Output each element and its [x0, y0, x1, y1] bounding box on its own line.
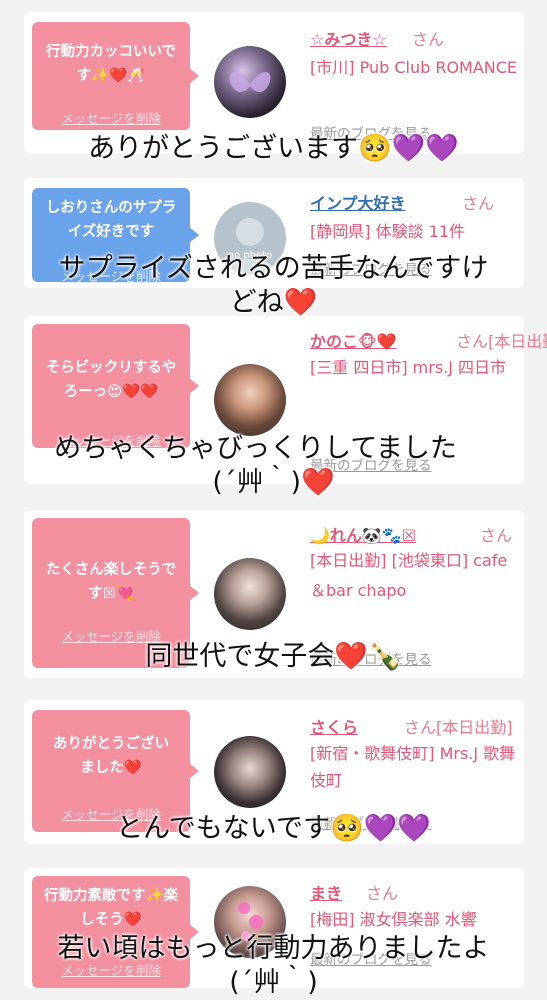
- caption-line: サプライズされるの苦手なんですけ: [58, 253, 489, 284]
- message-text: 行動力素敵です✨楽しそう❤️: [43, 888, 179, 928]
- avatar[interactable]: [214, 364, 286, 436]
- avatar[interactable]: [214, 558, 286, 630]
- message-text: そらビックリするやろーっ😍❤️❤️: [45, 360, 177, 400]
- caption-overlay: 若い頃はもっと行動力ありましたよ (´艸｀): [0, 932, 547, 1000]
- profile-name-link[interactable]: かのこ🐵❤️: [310, 328, 396, 352]
- honorific: さん: [480, 526, 513, 545]
- honorific: さん: [462, 194, 495, 213]
- honorific: さん[本日出勤]: [456, 332, 547, 351]
- message-text: しおりさんのサプライズ好きです: [45, 200, 177, 240]
- profile-name-link[interactable]: さくら: [310, 714, 358, 738]
- shop-info: [本日出勤] [池袋東口] cafe＆bar chapo: [310, 551, 508, 600]
- profile-name-link[interactable]: まき: [310, 880, 342, 904]
- honorific: さん[本日出勤]: [404, 718, 513, 737]
- caption-line: 同世代で女子会❤️🍾: [145, 641, 402, 672]
- message-text: 行動力カッコいいです✨❤️🥂: [45, 44, 177, 84]
- caption-overlay: とんでもないです🥺💜💜: [0, 812, 547, 846]
- caption-line: 若い頃はもっと行動力ありましたよ: [57, 933, 490, 964]
- profile-name-link[interactable]: 🌙れん🐼🐾☒: [310, 522, 416, 546]
- caption-line: ありがとうございます🥺💜💜: [88, 133, 459, 164]
- caption-line: めちゃくちゃびっくりしてました: [54, 433, 457, 464]
- message-bubble: 行動力カッコいいです✨❤️🥂 メッセージを削除: [32, 22, 199, 130]
- avatar[interactable]: [214, 736, 286, 808]
- shop-info: [新宿・歌舞伎町] Mrs.J 歌舞伎町: [310, 744, 516, 790]
- profile-name-link[interactable]: インプ大好き: [310, 190, 406, 214]
- caption-line: とんでもないです🥺💜💜: [116, 813, 431, 844]
- honorific: さん: [366, 884, 399, 903]
- caption-overlay: めちゃくちゃびっくりしてました (´艸｀)❤️: [0, 432, 547, 500]
- caption-line: どね❤️: [229, 287, 318, 318]
- message-text: ありがとうございました❤️: [53, 736, 169, 776]
- shop-info: [静岡県] 体験談 11件: [310, 222, 466, 241]
- shop-info: [市川] Pub Club ROMANCE: [310, 58, 518, 77]
- butterfly-icon: [229, 71, 271, 93]
- profile-name-link[interactable]: ☆みつき☆: [310, 26, 387, 50]
- shop-info: [梅田] 淑女倶楽部 水響: [310, 910, 477, 929]
- caption-line: (´艸｀): [229, 967, 318, 998]
- caption-overlay: サプライズされるの苦手なんですけ どね❤️: [0, 252, 547, 320]
- message-text: たくさん楽しそうです☒💘: [45, 562, 177, 602]
- avatar[interactable]: [214, 46, 286, 118]
- caption-overlay: ありがとうございます🥺💜💜: [0, 132, 547, 166]
- shop-info: [三重 四日市] mrs.J 四日市: [310, 358, 507, 377]
- honorific: さん: [412, 30, 445, 49]
- delete-message-link[interactable]: メッセージを削除: [32, 108, 190, 127]
- caption-overlay: 同世代で女子会❤️🍾: [0, 640, 547, 674]
- caption-line: (´艸｀)❤️: [212, 467, 335, 498]
- message-bubble: そらビックリするやろーっ😍❤️❤️ メッセージを削除: [32, 324, 199, 448]
